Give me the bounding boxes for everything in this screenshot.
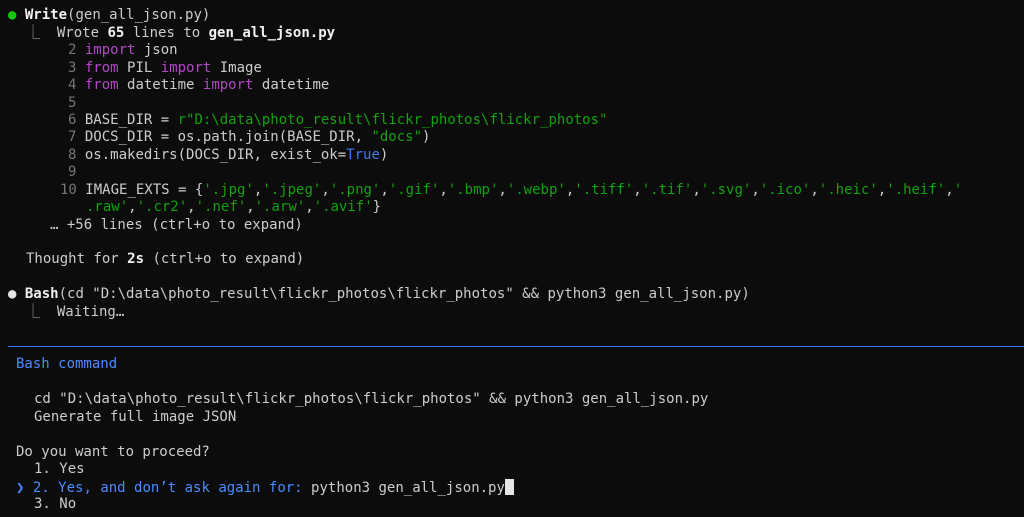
comma: ,	[751, 182, 760, 198]
comma: ,	[246, 199, 255, 215]
code-line: 7 DOCS_DIR = os.path.join(BASE_DIR, "doc…	[68, 129, 431, 145]
prompt-title: Bash command	[16, 356, 118, 372]
option-yes[interactable]: 1. Yes	[34, 461, 85, 478]
code-line: 10 IMAGE_EXTS = {'.jpg','.jpeg','.png','…	[60, 182, 963, 198]
status-dot-icon: ●	[8, 286, 17, 302]
comma: ,	[305, 199, 314, 215]
text-cursor	[504, 479, 514, 495]
code-line: 6 BASE_DIR = r"D:\data\photo_result\flic…	[68, 112, 608, 128]
comma: ,	[945, 182, 954, 198]
tool-name: Write	[24, 7, 68, 23]
ext-string: '.heic'	[818, 182, 878, 198]
comma: ,	[692, 182, 701, 198]
code-line: 8 os.makedirs(DOCS_DIR, exist_ok=True)	[68, 147, 389, 163]
ext-string: '.tiff'	[574, 182, 634, 198]
prompt-question: Do you want to proceed?	[16, 444, 210, 460]
ext-string: '.heif'	[886, 182, 946, 198]
tool-arg: (gen_all_json.py)	[67, 7, 211, 23]
tool-name: Bash	[24, 286, 59, 302]
code-line: 2 import json	[68, 42, 178, 58]
ext-string: .raw'	[86, 199, 129, 215]
comma: ,	[498, 182, 507, 198]
ext-string: '.cr2'	[136, 199, 188, 215]
option-no[interactable]: 3. No	[34, 496, 76, 513]
ext-string: '.jpg'	[203, 182, 254, 198]
prompt-description: Generate full image JSON	[34, 409, 237, 425]
write-tool-header: ● Write(gen_all_json.py)	[8, 7, 210, 24]
option-yes-dont-ask[interactable]: ❯ 2. Yes, and don’t ask again for: pytho…	[16, 479, 514, 496]
tree-connector-icon: ⎿	[26, 304, 40, 320]
tree-connector-icon: ⎿	[26, 25, 40, 41]
comma: ,	[380, 182, 389, 198]
comma: ,	[321, 182, 330, 198]
bash-tool-header: ● Bash(cd "D:\data\photo_result\flickr_p…	[8, 286, 750, 303]
code-line: 4 from datetime import datetime	[68, 77, 330, 93]
comma: ,	[810, 182, 819, 198]
code-line: .raw','.cr2','.nef','.arw','.avif'}	[86, 199, 382, 215]
ext-list: '.jpg','.jpeg','.png','.gif','.bmp','.we…	[203, 182, 953, 198]
ext-string: '.webp'	[506, 182, 566, 198]
prompt-command: cd "D:\data\photo_result\flickr_photos\f…	[34, 391, 709, 407]
code-line: 5	[68, 95, 77, 111]
expand-more-lines[interactable]: … +56 lines (ctrl+o to expand)	[50, 217, 303, 234]
comma: ,	[439, 182, 448, 198]
write-result: ⎿ Wrote 65 lines to gen_all_json.py	[26, 25, 336, 41]
tool-arg: (cd "D:\data\photo_result\flickr_photos\…	[58, 286, 750, 302]
ext-string: '.gif'	[388, 182, 440, 198]
comma: ,	[128, 199, 137, 215]
status-dot-icon: ●	[8, 7, 17, 23]
bash-status: ⎿ Waiting…	[26, 304, 125, 320]
ext-string: '.avif'	[313, 199, 373, 215]
selector-chevron-icon: ❯	[16, 480, 25, 496]
code-line: 3 from PIL import Image	[68, 60, 262, 76]
ext-string: '.ico'	[759, 182, 811, 198]
ext-string: '.tif'	[641, 182, 693, 198]
ext-string: '.arw'	[254, 199, 306, 215]
comma: ,	[633, 182, 642, 198]
prompt-divider	[8, 346, 1024, 347]
code-line: 9	[68, 164, 77, 180]
ext-string: '.bmp'	[447, 182, 499, 198]
ext-string: '.svg'	[700, 182, 752, 198]
ext-string: '.jpeg'	[262, 182, 322, 198]
comma: ,	[877, 182, 887, 198]
ext-list: .raw','.cr2','.nef','.arw','.avif'	[86, 199, 373, 215]
comma: ,	[187, 199, 196, 215]
ext-string: '.png'	[329, 182, 381, 198]
ext-string: '.nef'	[195, 199, 247, 215]
thought-summary[interactable]: Thought for 2s (ctrl+o to expand)	[26, 251, 304, 268]
